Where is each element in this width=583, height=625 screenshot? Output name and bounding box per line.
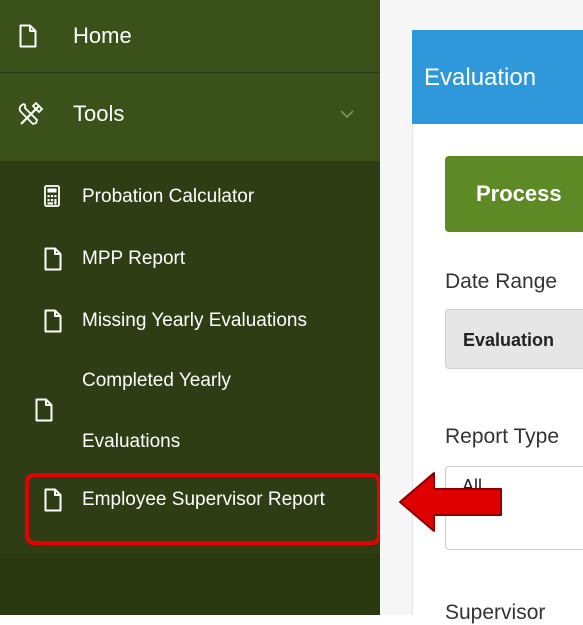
- supervisor-label: Supervisor: [445, 601, 546, 624]
- tools-icon: [18, 101, 44, 126]
- highlight-box: [25, 473, 381, 545]
- document-icon: [19, 24, 37, 48]
- document-icon: [35, 398, 53, 422]
- date-range-value: Evaluation: [463, 330, 555, 350]
- document-icon: [44, 247, 62, 271]
- sidebar-footer: [0, 554, 380, 615]
- calculator-icon: [44, 185, 60, 207]
- sidebar-item-label: Tools: [73, 101, 125, 126]
- sidebar-item-tools[interactable]: Tools: [0, 72, 380, 161]
- date-range-label: Date Range: [445, 270, 558, 293]
- sidebar-item-label: Missing Yearly Evaluations: [82, 310, 307, 331]
- sidebar-item-home[interactable]: Home: [0, 0, 380, 72]
- red-arrow-annotation: [399, 472, 502, 532]
- chevron-down-icon: [340, 110, 354, 119]
- sidebar-item-label: MPP Report: [82, 248, 186, 269]
- sidebar-item-label-line1: Completed Yearly: [82, 370, 231, 391]
- sidebar-item-label-line2: Evaluations: [82, 431, 181, 452]
- document-icon: [44, 309, 62, 333]
- process-button-label: Process: [476, 181, 562, 206]
- card-title: Evaluation: [424, 64, 537, 91]
- report-type-label: Report Type: [445, 425, 560, 448]
- sidebar-item-label: Probation Calculator: [82, 186, 255, 207]
- sidebar-item-label: Home: [73, 23, 132, 48]
